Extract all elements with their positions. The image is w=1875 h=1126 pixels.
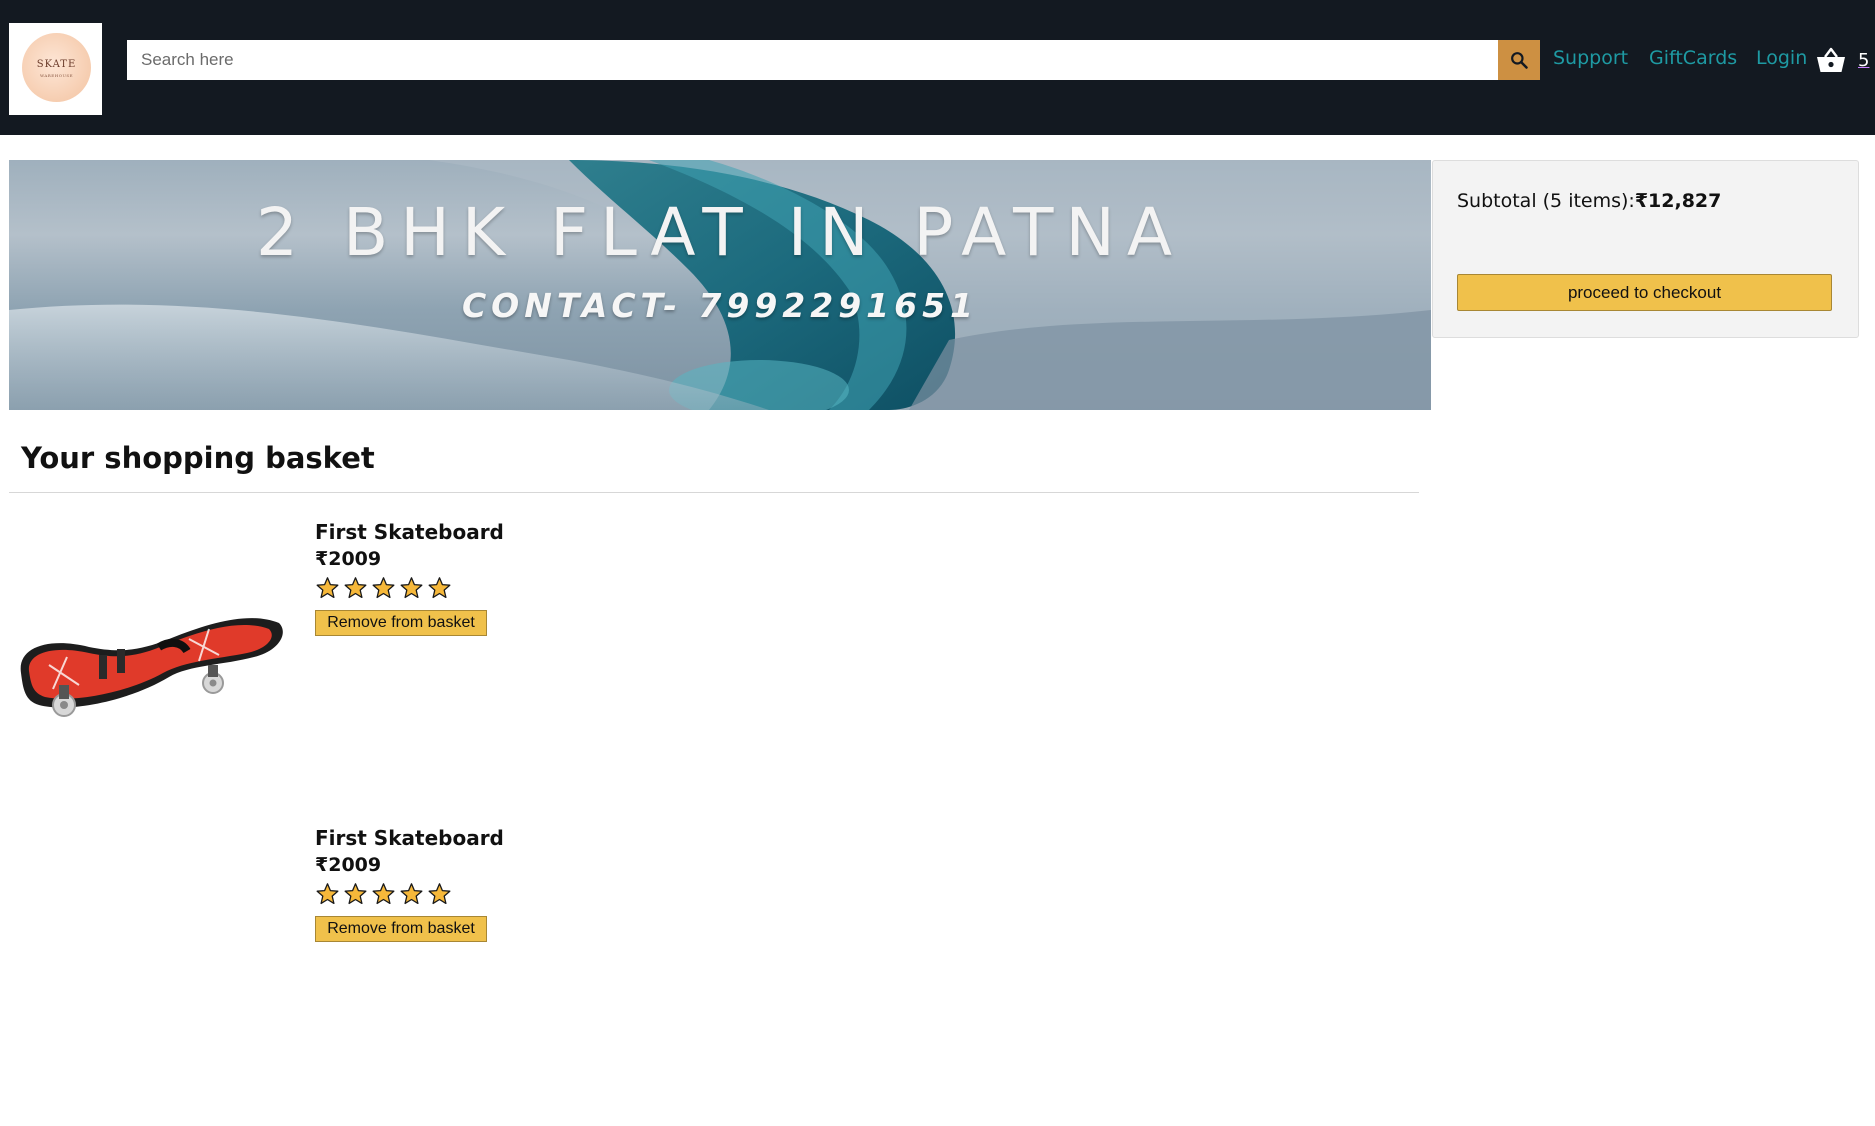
product-price: ₹2009 [315, 854, 382, 876]
basket-count[interactable]: 5 [1858, 50, 1869, 71]
product-rating [315, 576, 452, 600]
banner-contact: CONTACT- 7992291651 [461, 286, 979, 325]
banner-title: 2 BHK FLAT IN PATNA [256, 194, 1184, 271]
promo-banner: 2 BHK FLAT IN PATNA CONTACT- 7992291651 [9, 160, 1431, 410]
remove-from-basket-button[interactable]: Remove from basket [315, 916, 487, 942]
basket-icon[interactable] [1816, 46, 1846, 74]
logo-badge: SKATE WAREHOUSE [22, 33, 91, 102]
header: SKATE WAREHOUSE Support GiftCards Login … [0, 0, 1875, 135]
subtotal-text: Subtotal (5 items):₹12,827 [1457, 190, 1721, 212]
product-title: First Skateboard [315, 826, 504, 850]
remove-from-basket-button[interactable]: Remove from basket [315, 610, 487, 636]
subtotal-label: Subtotal (5 items): [1457, 190, 1635, 212]
search-input[interactable] [127, 40, 1498, 80]
subtotal-amount: ₹12,827 [1634, 190, 1722, 212]
search-icon [1511, 52, 1528, 69]
search-button[interactable] [1498, 40, 1540, 80]
star-icon [428, 577, 451, 599]
star-icon [400, 577, 423, 599]
star-icon [316, 883, 339, 905]
star-icon [344, 577, 367, 599]
subtotal-panel: Subtotal (5 items):₹12,827 proceed to ch… [1432, 160, 1859, 338]
basket-heading: Your shopping basket [21, 441, 375, 475]
nav-login-link[interactable]: Login [1756, 47, 1807, 69]
product-rating [315, 882, 452, 906]
star-icon [344, 883, 367, 905]
star-icon [372, 883, 395, 905]
star-icon [316, 577, 339, 599]
star-icon [400, 883, 423, 905]
logo[interactable]: SKATE WAREHOUSE [9, 23, 102, 115]
basket-item: First Skateboard ₹2009 Remove from baske… [9, 520, 1419, 820]
product-title: First Skateboard [315, 520, 504, 544]
product-price: ₹2009 [315, 548, 382, 570]
logo-subtext: WAREHOUSE [39, 73, 74, 78]
star-icon [372, 577, 395, 599]
nav-giftcards-link[interactable]: GiftCards [1649, 47, 1737, 69]
star-icon [428, 883, 451, 905]
nav-support-link[interactable]: Support [1553, 47, 1628, 69]
skateboard-image [20, 618, 283, 717]
logo-text: SKATE [36, 59, 77, 70]
basket-divider [9, 492, 1419, 493]
basket-item: First Skateboard ₹2009 Remove from baske… [9, 826, 1419, 1126]
proceed-to-checkout-button[interactable]: proceed to checkout [1457, 274, 1832, 311]
